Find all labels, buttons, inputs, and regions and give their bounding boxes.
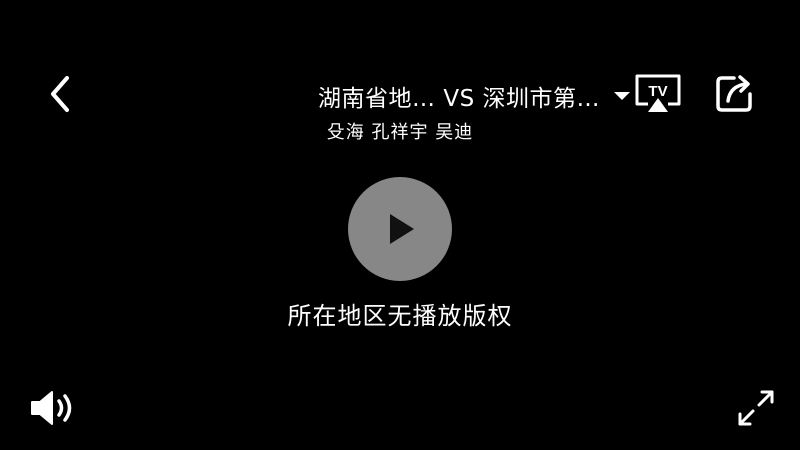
volume-button[interactable] <box>28 388 78 428</box>
play-icon <box>390 214 414 244</box>
match-title: 湖南省地… VS 深圳市第… <box>318 86 600 112</box>
no-copyright-message: 所在地区无播放版权 <box>287 302 513 330</box>
share-icon <box>716 75 752 112</box>
tv-cast-button[interactable]: TV <box>634 72 682 114</box>
title-dropdown[interactable]: 湖南省地… VS 深圳市第… <box>200 76 630 116</box>
commentators: 殳海 孔祥宇 吴迪 <box>326 122 474 143</box>
back-arrow-icon <box>51 76 69 112</box>
back-button[interactable] <box>38 68 82 120</box>
fullscreen-button[interactable] <box>736 388 776 428</box>
tv-cast-icon: TV <box>635 74 681 112</box>
play-button[interactable] <box>348 177 452 281</box>
chevron-down-icon <box>614 92 630 100</box>
tv-badge-text: TV <box>648 83 667 100</box>
video-player: 湖南省地… VS 深圳市第… 殳海 孔祥宇 吴迪 TV 所在地区无播放版权 <box>0 0 800 450</box>
volume-icon <box>31 391 72 425</box>
fullscreen-icon <box>738 390 774 426</box>
share-button[interactable] <box>712 70 758 116</box>
